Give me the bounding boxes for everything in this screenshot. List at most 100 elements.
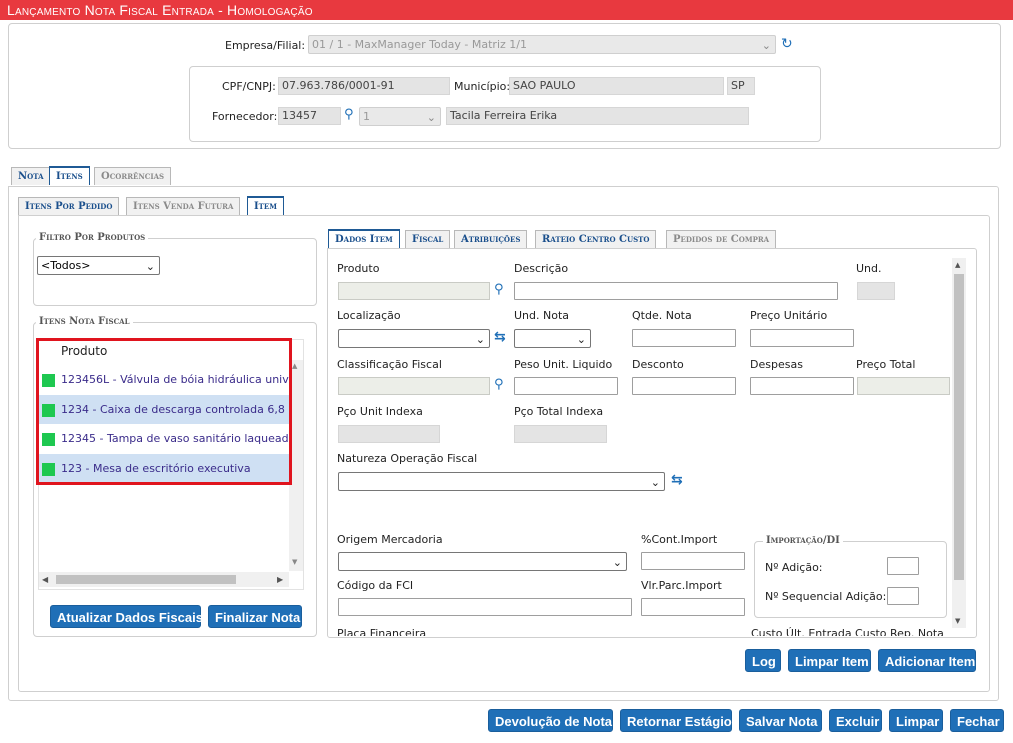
natureza-label: Natureza Operação Fiscal [337, 452, 478, 465]
pco-unit-indexa-field [338, 425, 440, 443]
localizacao-select[interactable]: ⌄ [338, 329, 490, 348]
pco-total-indexa-label: Pço Total Indexa [514, 405, 604, 418]
scroll-down-icon[interactable]: ▼ [955, 617, 960, 625]
pco-total-indexa-field [514, 425, 607, 443]
adicionar-item-button[interactable]: Adicionar Item [878, 649, 976, 672]
chevron-down-icon: ⌄ [761, 39, 771, 52]
scroll-down-icon[interactable]: ▼ [292, 558, 297, 566]
importacao-legend: Importação/DI [763, 535, 843, 546]
limpar-item-button[interactable]: Limpar Item [788, 649, 871, 672]
excluir-button[interactable]: Excluir [829, 709, 882, 732]
tab-dados-item[interactable]: Dados Item [328, 229, 400, 248]
search-icon[interactable]: ⚲ [494, 283, 504, 297]
preco-unitario-input[interactable] [750, 329, 854, 347]
search-icon[interactable]: ⚲ [344, 108, 354, 122]
retornar-estagio-button[interactable]: Retornar Estágio [620, 709, 732, 732]
desconto-label: Desconto [632, 358, 684, 371]
tab-rateio-centro-custo[interactable]: Rateio Centro Custo [535, 230, 657, 248]
descricao-input[interactable] [514, 282, 838, 300]
chevron-down-icon: ⌄ [475, 333, 485, 346]
empresa-select-value: 01 / 1 - MaxManager Today - Matriz 1/1 [312, 38, 527, 51]
scroll-left-icon[interactable]: ◀ [42, 575, 48, 584]
tab-fiscal[interactable]: Fiscal [405, 230, 451, 248]
n-adicao-input[interactable] [887, 557, 919, 575]
uf-value: SP [727, 77, 755, 95]
fornecedor-seq-select[interactable]: 1 ⌄ [359, 107, 441, 126]
scroll-right-icon[interactable]: ▶ [277, 575, 283, 584]
itens-nf-legend: Itens Nota Fiscal [36, 316, 133, 327]
vlr-parc-label: Vlr.Parc.Import [641, 579, 722, 592]
peso-unit-label: Peso Unit. Liquido [514, 358, 613, 371]
grid-horizontal-thumb[interactable] [56, 575, 236, 584]
form-vertical-thumb[interactable] [954, 274, 964, 580]
preco-unitario-label: Preço Unitário [750, 309, 828, 322]
codigo-fci-input[interactable] [338, 598, 632, 616]
origem-select[interactable]: ⌄ [338, 552, 627, 571]
qtde-nota-input[interactable] [632, 329, 736, 347]
despesas-input[interactable] [750, 377, 854, 395]
search-icon[interactable]: ⚲ [494, 378, 504, 392]
tab-pedidos-de-compra[interactable]: Pedidos de Compra [666, 230, 777, 248]
filtro-legend: Filtro Por Produtos [36, 232, 149, 243]
classificacao-fiscal-field[interactable] [338, 377, 490, 395]
tab-itens[interactable]: Itens [49, 166, 90, 185]
filtro-select-value: <Todos> [41, 259, 91, 272]
filtro-select[interactable]: <Todos> ⌄ [37, 256, 160, 275]
fechar-button[interactable]: Fechar [950, 709, 1004, 732]
salvar-nota-button[interactable]: Salvar Nota [739, 709, 822, 732]
und-field [857, 282, 895, 300]
limpar-button[interactable]: Limpar [889, 709, 943, 732]
atualizar-dados-fiscais-button[interactable]: Atualizar Dados Fiscais [50, 605, 203, 628]
origem-label: Origem Mercadoria [337, 533, 443, 546]
preco-total-label: Preço Total [856, 358, 916, 371]
chevron-down-icon: ⌄ [612, 556, 622, 569]
partial-row-clip: Placa Financeira Custo Últ. Entrada Cust… [328, 626, 950, 636]
produto-field[interactable] [338, 282, 490, 300]
localizacao-label: Localização [337, 309, 401, 322]
scroll-up-icon[interactable]: ▲ [955, 261, 960, 269]
chevron-down-icon: ⌄ [650, 476, 660, 489]
swap-icon[interactable]: ⇆ [671, 473, 683, 487]
scroll-up-icon[interactable]: ▲ [292, 362, 297, 370]
devolucao-de-nota-button[interactable]: Devolução de Nota [488, 709, 613, 732]
tab-item[interactable]: Item [247, 196, 284, 215]
tab-nota[interactable]: Nota [11, 167, 51, 185]
log-button[interactable]: Log [745, 649, 781, 672]
und-nota-label: Und. Nota [514, 309, 570, 322]
codigo-fci-label: Código da FCI [337, 579, 414, 592]
cpf-label: CPF/CNPJ: [222, 80, 276, 93]
classificacao-fiscal-label: Classificação Fiscal [337, 358, 442, 371]
tab-itens-venda-futura[interactable]: Itens Venda Futura [126, 197, 241, 215]
chevron-down-icon: ⌄ [426, 111, 436, 124]
fornecedor-label: Fornecedor: [212, 110, 278, 123]
tab-itens-por-pedido[interactable]: Itens Por Pedido [18, 197, 120, 215]
pco-unit-indexa-label: Pço Unit Indexa [337, 405, 423, 418]
municipio-label: Município: [454, 80, 511, 93]
municipio-value: SAO PAULO [509, 77, 724, 95]
finalizar-nota-button[interactable]: Finalizar Nota [208, 605, 302, 628]
descricao-label: Descrição [514, 262, 569, 275]
despesas-label: Despesas [750, 358, 803, 371]
importacao-fieldset [754, 541, 947, 618]
peso-unit-input[interactable] [514, 377, 618, 395]
n-seq-adicao-label: Nº Sequencial Adição: [765, 590, 887, 603]
highlight-box [36, 338, 292, 485]
desconto-input[interactable] [632, 377, 736, 395]
vlr-parc-input[interactable] [641, 598, 745, 616]
empresa-select[interactable]: 01 / 1 - MaxManager Today - Matriz 1/1 ⌄ [308, 35, 776, 54]
cont-import-label: %Cont.Import [641, 533, 718, 546]
n-seq-adicao-input[interactable] [887, 587, 919, 605]
cpf-value: 07.963.786/0001-91 [278, 77, 450, 95]
tab-ocorrencias[interactable]: Ocorrências [94, 167, 172, 185]
chevron-down-icon: ⌄ [145, 260, 155, 273]
refresh-icon[interactable]: ↻ [781, 37, 793, 51]
tab-atribuicoes[interactable]: Atribuições [454, 230, 528, 248]
und-nota-select[interactable]: ⌄ [514, 329, 591, 348]
fornecedor-name: Tacila Ferreira Erika [446, 107, 749, 125]
empresa-label: Empresa/Filial: [225, 39, 306, 52]
cont-import-input[interactable] [641, 552, 745, 570]
fornecedor-seq-value: 1 [363, 110, 370, 123]
fornecedor-code: 13457 [278, 107, 341, 125]
natureza-select[interactable]: ⌄ [338, 472, 665, 491]
swap-icon[interactable]: ⇆ [494, 330, 506, 344]
